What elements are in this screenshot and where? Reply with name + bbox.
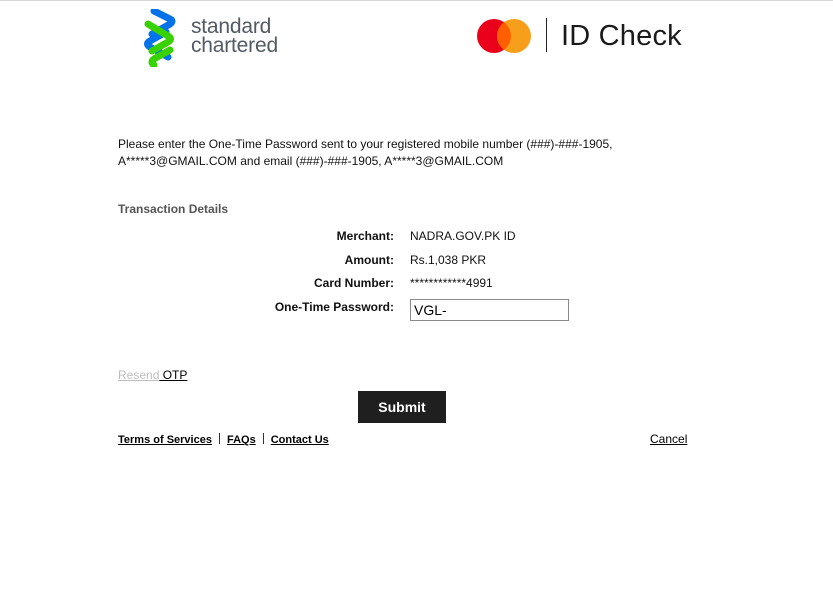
mastercard-id-check-logo: ID Check [476,17,686,57]
standard-chartered-mark-icon [144,9,176,67]
amount-value: Rs.1,038 PKR [410,253,487,267]
card-number-row: Card Number: ************4991 [200,276,620,296]
cancel-link[interactable]: Cancel [650,432,687,446]
terms-link[interactable]: Terms of Services [118,434,212,446]
top-divider [0,0,833,1]
id-check-label: ID Check [561,20,682,52]
merchant-value: NADRA.GOV.PK ID [410,229,516,243]
contact-us-link[interactable]: Contact Us [271,434,329,446]
merchant-label: Merchant: [336,229,394,243]
footer-separator [218,433,220,444]
otp-instructions: Please enter the One-Time Password sent … [118,136,638,170]
merchant-row: Merchant: NADRA.GOV.PK ID [200,229,620,249]
resend-text[interactable]: Resend [118,368,159,382]
card-number-label: Card Number: [313,276,394,290]
otp-label: One-Time Password: [274,300,394,314]
amount-row: Amount: Rs.1,038 PKR [200,253,620,273]
instructions-line2: A*****3@GMAIL.COM and email (###)-###-19… [118,154,504,168]
bank-wordmark: standard chartered [191,16,278,57]
faqs-link[interactable]: FAQs [227,434,256,446]
otp-text[interactable]: OTP [159,368,188,382]
mastercard-circles-icon [477,19,531,53]
transaction-details-title: Transaction Details [118,202,229,216]
amount-label: Amount: [344,253,394,267]
logo-divider [546,18,547,52]
instructions-line1: Please enter the One-Time Password sent … [118,137,613,151]
footer-links: Terms of Services FAQs Contact Us [118,433,329,446]
resend-otp-link[interactable]: Resend OTP [118,368,187,382]
footer-separator [262,433,264,444]
card-number-value: ************4991 [410,276,493,290]
standard-chartered-logo: standard chartered [140,9,300,69]
bank-name-line2: chartered [191,34,278,57]
submit-button[interactable]: Submit [358,391,446,423]
otp-input[interactable] [410,299,569,321]
